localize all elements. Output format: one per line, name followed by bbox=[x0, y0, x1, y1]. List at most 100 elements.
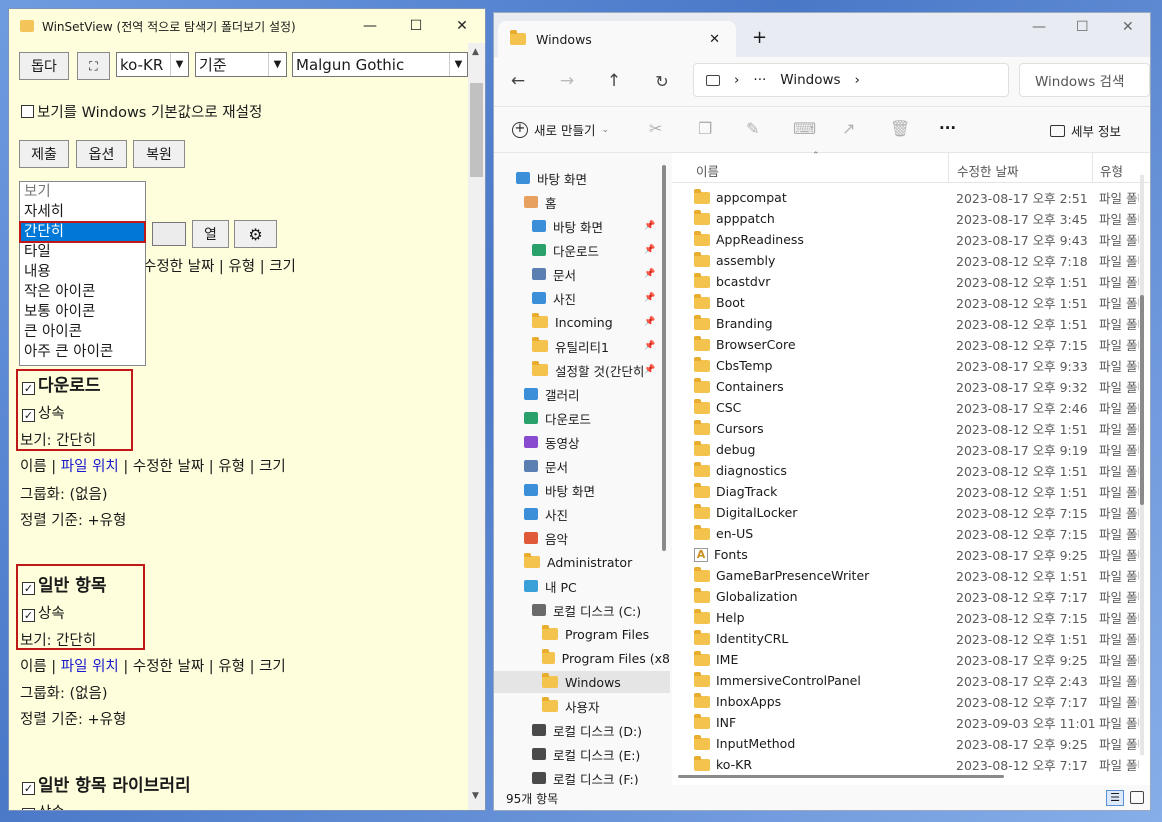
section-header[interactable]: ✓ 일반 항목 bbox=[22, 571, 106, 596]
nav-item[interactable]: 사진 bbox=[494, 503, 670, 525]
file-location-link[interactable]: 파일 위치 bbox=[61, 459, 119, 475]
new-tab-button[interactable]: + bbox=[752, 27, 767, 48]
nav-item[interactable]: 로컬 디스크 (E:) bbox=[494, 743, 670, 765]
file-row[interactable]: A Fonts 2023-08-17 오후 9:25 파일 폴더 bbox=[672, 544, 1150, 565]
dropdown-option[interactable]: 아주 큰 아이콘 bbox=[20, 342, 145, 362]
address-overflow[interactable]: ··· bbox=[753, 72, 766, 88]
help-button[interactable]: 돕다 bbox=[19, 52, 69, 80]
nav-item[interactable]: 설정할 것(간단히 📌 bbox=[494, 359, 670, 381]
column-date[interactable]: 수정한 날짜 bbox=[957, 161, 1018, 180]
close-tab-icon[interactable]: ✕ bbox=[709, 32, 720, 47]
nav-item[interactable]: Program Files bbox=[494, 623, 670, 645]
file-row[interactable]: InputMethod 2023-08-17 오후 9:25 파일 폴더 bbox=[672, 733, 1150, 754]
nav-item[interactable]: 유틸리티1 📌 bbox=[494, 335, 670, 357]
nav-scrollbar[interactable] bbox=[662, 165, 666, 551]
maximize-button[interactable]: ☐ bbox=[1076, 19, 1089, 35]
chevron-right-icon[interactable]: › bbox=[855, 72, 860, 88]
view-setting[interactable]: 보기: 간단히 bbox=[20, 629, 96, 650]
tab-windows[interactable]: Windows ✕ bbox=[498, 21, 736, 57]
file-row[interactable]: IME 2023-08-17 오후 9:25 파일 폴더 bbox=[672, 649, 1150, 670]
file-row[interactable]: Globalization 2023-08-12 오후 7:17 파일 폴더 bbox=[672, 586, 1150, 607]
inherit-row[interactable]: ✓상속 bbox=[22, 402, 65, 423]
nav-item[interactable]: Administrator bbox=[494, 551, 670, 573]
file-row[interactable]: assembly 2023-08-12 오후 7:18 파일 폴더 bbox=[672, 250, 1150, 271]
group-setting[interactable]: 그룹화: (없음) bbox=[20, 682, 108, 703]
close-button[interactable]: ✕ bbox=[439, 9, 485, 43]
nav-item[interactable]: 로컬 디스크 (C:) bbox=[494, 599, 670, 621]
file-row[interactable]: Branding 2023-08-12 오후 1:51 파일 폴더 bbox=[672, 313, 1150, 334]
file-row[interactable]: diagnostics 2023-08-12 오후 1:51 파일 폴더 bbox=[672, 460, 1150, 481]
scrollbar-thumb[interactable] bbox=[1140, 295, 1144, 505]
file-row[interactable]: Help 2023-08-12 오후 7:15 파일 폴더 bbox=[672, 607, 1150, 628]
file-row[interactable]: bcastdvr 2023-08-12 오후 1:51 파일 폴더 bbox=[672, 271, 1150, 292]
view-setting[interactable]: 보기: 간단히 bbox=[20, 429, 96, 450]
share-icon[interactable]: ↗ bbox=[842, 119, 855, 138]
file-row[interactable]: ko-KR 2023-08-12 오후 7:17 파일 폴더 bbox=[672, 754, 1150, 775]
vertical-scrollbar[interactable]: ▲ ▼ bbox=[468, 43, 485, 810]
scroll-up-icon[interactable]: ▲ bbox=[472, 47, 479, 57]
file-row[interactable]: DigitalLocker 2023-08-12 오후 7:15 파일 폴더 bbox=[672, 502, 1150, 523]
section-checkbox[interactable]: ✓ bbox=[22, 382, 35, 395]
nav-item[interactable]: 동영상 bbox=[494, 431, 670, 453]
details-button[interactable]: 세부 정보 bbox=[1050, 121, 1121, 140]
nav-item[interactable]: Program Files (x8 bbox=[494, 647, 670, 669]
nav-item[interactable]: Windows bbox=[494, 671, 670, 693]
nav-item[interactable]: 음악 bbox=[494, 527, 670, 549]
minimize-button[interactable]: — bbox=[347, 9, 393, 43]
options-button[interactable]: 옵션 bbox=[76, 140, 127, 168]
reset-checkbox-row[interactable]: 보기를 Windows 기본값으로 재설정 bbox=[21, 101, 262, 122]
sort-setting[interactable]: 정렬 기준: +유형 bbox=[20, 509, 126, 530]
refresh-icon[interactable]: ↻ bbox=[648, 67, 676, 95]
restore-button[interactable]: 복원 bbox=[133, 140, 185, 168]
file-row[interactable]: en-US 2023-08-12 오후 7:15 파일 폴더 bbox=[672, 523, 1150, 544]
back-arrow-icon[interactable]: ← bbox=[504, 67, 532, 95]
nav-item[interactable]: 내 PC bbox=[494, 575, 670, 597]
file-row[interactable]: InboxApps 2023-08-12 오후 7:17 파일 폴더 bbox=[672, 691, 1150, 712]
nav-item[interactable]: 다운로드 📌 bbox=[494, 239, 670, 261]
dropdown-option[interactable]: 타일 bbox=[20, 242, 145, 262]
column-name[interactable]: 이름 bbox=[696, 161, 719, 180]
file-row[interactable]: DiagTrack 2023-08-12 오후 1:51 파일 폴더 bbox=[672, 481, 1150, 502]
dropdown-option[interactable]: 작은 아이콘 bbox=[20, 282, 145, 302]
dropdown-option[interactable]: 큰 아이콘 bbox=[20, 322, 145, 342]
paste-icon[interactable]: ✎ bbox=[746, 119, 759, 138]
section-header[interactable]: ✓ 일반 항목 라이브러리 bbox=[22, 771, 191, 796]
scrollbar-thumb[interactable] bbox=[470, 83, 483, 177]
address-bar[interactable]: › ··· Windows › bbox=[693, 63, 1009, 97]
file-row[interactable]: debug 2023-08-17 오후 9:19 파일 폴더 bbox=[672, 439, 1150, 460]
maximize-button[interactable]: ☐ bbox=[393, 9, 439, 43]
file-row[interactable]: Cursors 2023-08-12 오후 1:51 파일 폴더 bbox=[672, 418, 1150, 439]
file-row[interactable]: AppReadiness 2023-08-17 오후 9:43 파일 폴더 bbox=[672, 229, 1150, 250]
column-divider[interactable] bbox=[1092, 153, 1093, 183]
details-view-icon[interactable]: ☰ bbox=[1106, 790, 1124, 806]
settings-button[interactable]: ⚙ bbox=[234, 220, 277, 248]
scroll-down-icon[interactable]: ▼ bbox=[472, 791, 479, 801]
dropdown-option[interactable]: 자세히 bbox=[20, 202, 145, 222]
file-row[interactable]: Containers 2023-08-17 오후 9:32 파일 폴더 bbox=[672, 376, 1150, 397]
forward-arrow-icon[interactable]: → bbox=[553, 67, 581, 95]
reset-checkbox[interactable] bbox=[21, 105, 34, 118]
column-input[interactable] bbox=[152, 222, 186, 246]
file-row[interactable]: GameBarPresenceWriter 2023-08-12 오후 1:51 파… bbox=[672, 565, 1150, 586]
close-button[interactable]: ✕ bbox=[1122, 19, 1134, 35]
file-row[interactable]: INF 2023-09-03 오후 11:01파일 폴더 bbox=[672, 712, 1150, 733]
nav-item[interactable]: Incoming 📌 bbox=[494, 311, 670, 333]
columns-button[interactable]: 열 bbox=[192, 220, 229, 248]
inherit-row[interactable]: ✓상속 bbox=[22, 801, 65, 810]
group-setting[interactable]: 그룹화: (없음) bbox=[20, 483, 108, 504]
file-row[interactable]: appcompat 2023-08-17 오후 2:51 파일 폴더 bbox=[672, 187, 1150, 208]
cut-icon[interactable]: ✂ bbox=[649, 119, 662, 138]
search-input[interactable]: Windows 검색 bbox=[1019, 63, 1150, 97]
nav-item[interactable]: 바탕 화면 bbox=[494, 167, 670, 189]
submit-button[interactable]: 제출 bbox=[19, 140, 69, 168]
dropdown-option[interactable]: 보통 아이콘 bbox=[20, 302, 145, 322]
view-dropdown-list[interactable]: 보기 자세히 간단히 타일 내용 작은 아이콘 보통 아이콘 큰 아이콘 아주 큰 아이콘 bbox=[19, 181, 146, 366]
section-header[interactable]: ✓ 다운로드 bbox=[22, 371, 101, 396]
copy-icon[interactable]: ❐ bbox=[698, 119, 712, 138]
tiles-view-icon[interactable] bbox=[1130, 791, 1144, 804]
file-row[interactable]: Boot 2023-08-12 오후 1:51 파일 폴더 bbox=[672, 292, 1150, 313]
list-scrollbar[interactable] bbox=[1140, 175, 1144, 755]
new-button[interactable]: + 새로 만들기 ⌄ bbox=[512, 120, 609, 139]
file-row[interactable]: ImmersiveControlPanel 2023-08-17 오후 2:43 파… bbox=[672, 670, 1150, 691]
nav-item[interactable]: 다운로드 bbox=[494, 407, 670, 429]
